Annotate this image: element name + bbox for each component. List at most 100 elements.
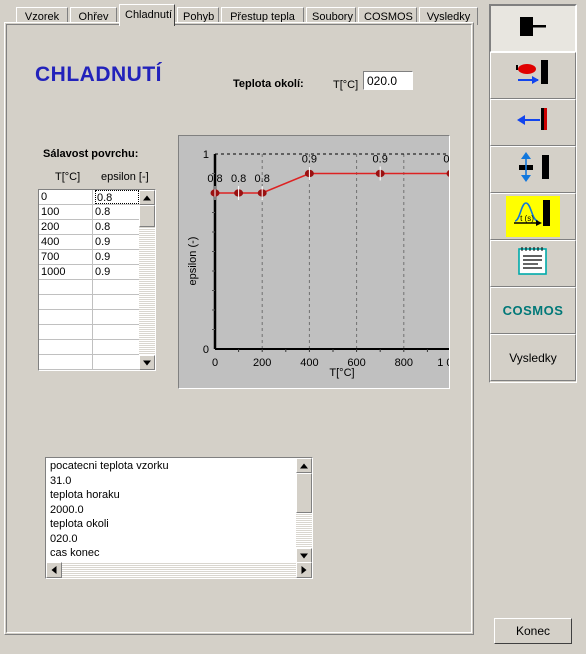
sidebar-button-vysledky[interactable]: Vysledky [490,334,576,381]
list-item[interactable]: 2000.0 [47,503,295,518]
sidebar-button-cooling-left-arrow-icon[interactable] [490,99,576,146]
cell-epsilon[interactable] [95,280,139,294]
tab-chladnut-[interactable]: Chladnutí [119,4,175,26]
log-output-box[interactable]: pocatecni teplota vzorku 31.0 teplota hora… [45,457,313,579]
heat-transfer-curve-icon: t (s) [510,197,556,236]
cell-temperature[interactable]: 100 [41,205,92,219]
log-scroll-thumb[interactable] [296,473,312,513]
cell-epsilon[interactable]: 0.8 [95,220,139,234]
table-row[interactable]: 1000 0.9 [39,265,140,280]
cell-temperature[interactable] [41,355,92,369]
chart-y-tick: 1 [203,149,209,161]
table-row[interactable] [39,355,140,370]
grid-scroll-thumb[interactable] [139,205,155,227]
cell-epsilon[interactable]: 0.8 [95,205,139,219]
cell-temperature[interactable] [41,340,92,354]
chart-point-label: 0.9 [302,154,317,166]
emissivity-grid[interactable]: 0 0.8 100 0.8 200 0.8 400 0.9 700 0.9 1000 0.9 [38,189,156,371]
emissivity-column-header-epsilon: epsilon [-] [101,171,149,183]
emissivity-table-heading: Sálavost povrchu: [43,148,139,160]
chart-data-markers [210,166,449,200]
triangle-down-icon [300,553,308,558]
cell-epsilon[interactable]: 0.9 [95,265,139,279]
files-notepad-icon [516,245,550,282]
table-row[interactable]: 100 0.8 [39,205,140,220]
cell-epsilon[interactable] [95,355,139,369]
cell-epsilon[interactable] [95,295,139,309]
log-horizontal-scrollbar[interactable] [46,562,312,578]
cell-epsilon[interactable] [95,325,139,339]
cell-epsilon[interactable]: 0.8 [95,190,139,204]
chart-x-tick: 0 [212,357,218,369]
chart-point-label: 0.9 [373,154,388,166]
sidebar-button-heat-transfer-curve-icon[interactable]: t (s) [490,193,576,240]
cell-temperature[interactable]: 700 [41,250,92,264]
sidebar-button-files-notepad-icon[interactable] [490,240,576,287]
sidebar-button-sample-bar-icon[interactable] [490,5,576,52]
cell-temperature[interactable]: 200 [41,220,92,234]
cell-temperature[interactable]: 0 [41,190,92,204]
log-scroll-right-button[interactable] [296,562,312,578]
triangle-down-icon [143,360,151,365]
cell-epsilon[interactable] [95,340,139,354]
cell-epsilon[interactable]: 0.9 [95,250,139,264]
sidebar-button-heating-flame-arrow-icon[interactable] [490,52,576,99]
cell-temperature[interactable] [41,295,92,309]
table-row[interactable]: 700 0.9 [39,250,140,265]
table-row[interactable]: 0 0.8 [39,190,140,205]
emissivity-grid-scrollbar[interactable] [139,190,155,370]
emissivity-grid-body[interactable]: 0 0.8 100 0.8 200 0.8 400 0.9 700 0.9 1000 0.9 [39,190,140,370]
emissivity-column-header-temperature: T[°C] [55,171,81,183]
log-scroll-down-button[interactable] [296,548,312,563]
ambient-temperature-label: Teplota okolí: [233,78,304,90]
log-scroll-up-button[interactable] [296,458,312,473]
cell-temperature[interactable]: 1000 [41,265,92,279]
triangle-right-icon [301,566,307,574]
chart-x-axis-label: T[°C] [329,367,354,379]
cell-temperature[interactable] [41,325,92,339]
cell-divider [92,280,93,295]
sample-bar-icon [510,11,556,46]
chart-axes [212,154,449,352]
cell-temperature[interactable] [41,280,92,294]
ambient-temperature-input[interactable] [363,71,413,90]
cell-epsilon[interactable] [95,310,139,324]
list-item[interactable]: teplota horaku [47,488,295,503]
chart-x-tick: 400 [300,357,318,369]
movement-updown-arrow-icon [510,150,556,189]
table-row[interactable] [39,340,140,355]
table-row[interactable] [39,295,140,310]
list-item[interactable]: pocatecni teplota vzorku [47,459,295,474]
cell-divider [92,205,93,220]
cell-divider [92,295,93,310]
sidebar-toolbar: t (s) COSMOS Vysledky [489,4,577,383]
quit-button[interactable]: Konec [494,618,572,644]
table-row[interactable]: 200 0.8 [39,220,140,235]
cell-divider [92,220,93,235]
triangle-up-icon [143,195,151,200]
cell-epsilon[interactable]: 0.9 [95,235,139,249]
table-row[interactable] [39,310,140,325]
active-highlight: t (s) [506,196,560,237]
list-item[interactable]: 020.0 [47,532,295,547]
chart-x-tick: 1 000 [437,357,450,369]
list-item[interactable]: 31.0 [47,474,295,489]
cell-divider [92,235,93,250]
table-row[interactable]: 400 0.9 [39,235,140,250]
sidebar-button-cosmos[interactable]: COSMOS [490,287,576,334]
grid-scroll-up-button[interactable] [139,190,155,205]
grid-scroll-down-button[interactable] [139,355,155,370]
table-row[interactable] [39,280,140,295]
table-row[interactable] [39,325,140,340]
page-title: CHLADNUTÍ [35,63,162,86]
sidebar-button-movement-updown-arrow-icon[interactable] [490,146,576,193]
application-window: Vzorek Ohřev Chladnutí Pohyb Přestup tepla So… [0,0,586,654]
list-item[interactable]: teplota okoli [47,517,295,532]
heating-flame-arrow-icon [510,56,556,95]
list-item[interactable]: cas konec [47,546,295,561]
log-vertical-scrollbar[interactable] [296,458,312,563]
chart-y-axis-label: epsilon (-) [187,237,199,286]
log-scroll-left-button[interactable] [46,562,62,578]
cell-temperature[interactable]: 400 [41,235,92,249]
cell-temperature[interactable] [41,310,92,324]
